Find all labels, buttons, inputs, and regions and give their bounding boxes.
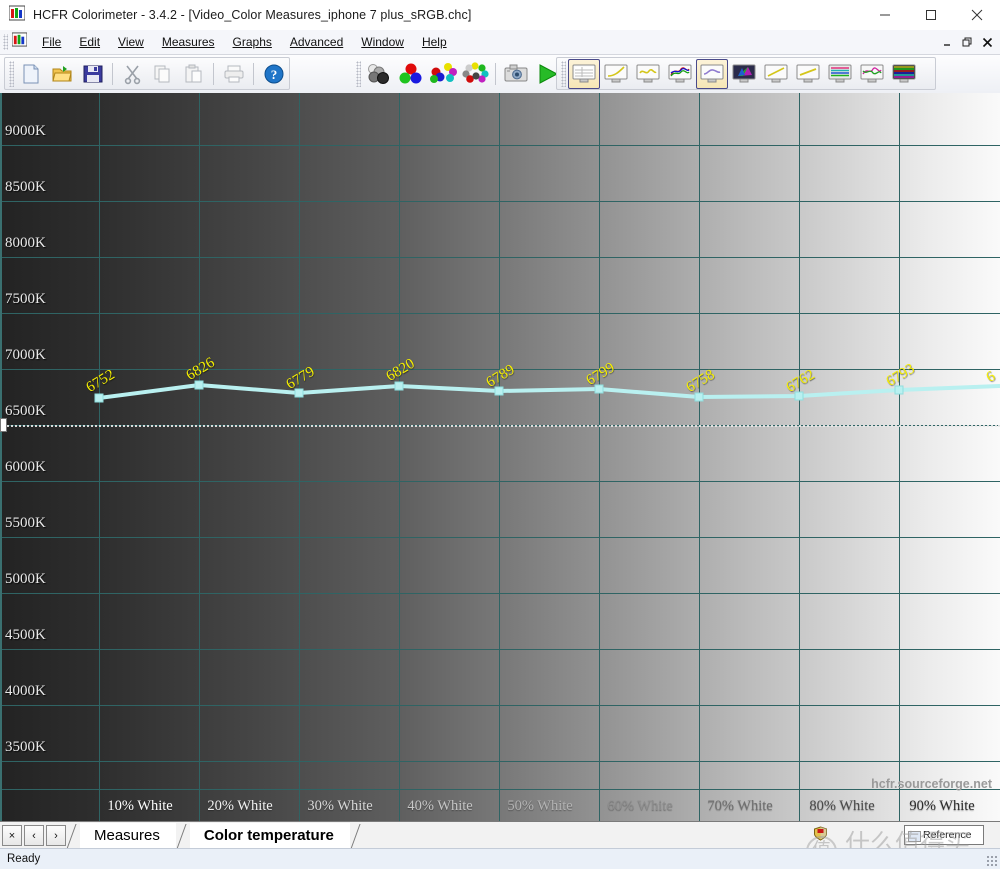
menu-item-file-label: File (42, 35, 61, 49)
toolbar-separator-2 (213, 63, 214, 85)
menu-item-file[interactable]: File (33, 33, 70, 51)
x-tick-label: 60% White (607, 798, 672, 815)
graph-gamma-icon[interactable] (792, 59, 824, 89)
menu-item-view[interactable]: View (109, 33, 153, 51)
x-tick-label: 80% White (809, 798, 874, 815)
temperature-curve (0, 93, 1000, 821)
chart-plot-area: 9000K 8500K 8000K 7500K 7000K 6500K 6000… (0, 93, 1000, 821)
toolbar-separator-3 (253, 63, 254, 85)
toolbar-grip-2[interactable] (356, 61, 361, 87)
toolbar: ? (0, 55, 1000, 94)
x-tick-label: 10% White (107, 798, 172, 815)
graph-color-curves-icon[interactable] (856, 59, 888, 89)
shield-icon (813, 826, 828, 846)
app-icon (9, 5, 25, 26)
application-window: HCFR Colorimeter - 3.4.2 - [Video_Color … (0, 0, 1000, 868)
menu-item-advanced-label: Advanced (290, 35, 343, 49)
camera-icon[interactable] (500, 59, 532, 89)
mdi-window-controls (938, 30, 996, 54)
x-tick-label: 40% White (407, 798, 472, 815)
toolbar-separator-1 (112, 63, 113, 85)
help-question-icon[interactable]: ? (258, 59, 289, 89)
window-controls (862, 0, 1000, 30)
tab-divider (66, 823, 80, 849)
x-tick-label: 70% White (707, 798, 772, 815)
menu-item-help-label: Help (422, 35, 447, 49)
window-title: HCFR Colorimeter - 3.4.2 - [Video_Color … (33, 8, 471, 22)
menu-item-view-label: View (118, 35, 144, 49)
mdi-minimize-button[interactable] (938, 33, 956, 51)
save-disk-icon[interactable] (77, 59, 108, 89)
color-temperature-chart[interactable]: 9000K 8500K 8000K 7500K 7000K 6500K 6000… (0, 93, 1000, 821)
print-icon[interactable] (218, 59, 249, 89)
status-bar: Ready (0, 848, 1000, 869)
tab-divider (350, 823, 364, 849)
cut-scissors-icon[interactable] (117, 59, 148, 89)
tab-measures[interactable]: Measures (80, 823, 176, 849)
tab-color-temperature[interactable]: Color temperature (190, 823, 350, 849)
menu-bar: File Edit View Measures Graphs Advanced … (0, 30, 1000, 55)
menu-item-edit-label: Edit (79, 35, 100, 49)
menu-item-graphs-label: Graphs (233, 35, 272, 49)
data-point-marker[interactable] (95, 394, 104, 403)
tab-close-button[interactable]: × (2, 825, 22, 846)
secondary-colors-icon[interactable] (427, 59, 459, 89)
tab-prev-button[interactable]: ‹ (24, 825, 44, 846)
paste-icon[interactable] (179, 59, 210, 89)
primary-colors-icon[interactable] (395, 59, 427, 89)
menu-item-window-label: Window (361, 35, 404, 49)
new-document-icon[interactable] (16, 59, 47, 89)
title-bar: HCFR Colorimeter - 3.4.2 - [Video_Color … (0, 0, 1000, 30)
x-tick-label: 90% White (909, 798, 974, 815)
toolbar-file-group: ? (4, 57, 290, 90)
tab-next-button[interactable]: › (46, 825, 66, 846)
graph-gamma-curve-icon[interactable] (600, 59, 632, 89)
copy-icon[interactable] (148, 59, 179, 89)
minimize-button[interactable] (862, 0, 908, 30)
mdi-restore-button[interactable] (958, 33, 976, 51)
graph-spectrum-bars-icon[interactable] (824, 59, 856, 89)
menu-item-advanced[interactable]: Advanced (281, 33, 352, 51)
legend-reference-label: Reference (923, 829, 971, 841)
menu-item-measures[interactable]: Measures (153, 33, 224, 51)
graph-rgb-histogram-icon[interactable] (664, 59, 696, 89)
toolbar-grip-1[interactable] (9, 61, 14, 87)
close-button[interactable] (954, 0, 1000, 30)
graph-measures-table-icon[interactable] (568, 59, 600, 89)
resize-grip[interactable] (986, 855, 998, 867)
graph-luminance-icon[interactable] (760, 59, 792, 89)
legend-reference: Reference (904, 825, 984, 845)
legend-swatch (908, 831, 921, 842)
menu-item-edit[interactable]: Edit (70, 33, 109, 51)
menu-item-help[interactable]: Help (413, 33, 456, 51)
tab-divider (176, 823, 190, 849)
graph-full-spectrum-icon[interactable] (888, 59, 920, 89)
grayscale-spheres-icon[interactable] (363, 59, 395, 89)
tab-strip: × ‹ › Measures Color temperature Referen… (0, 821, 1000, 849)
menu-item-measures-label: Measures (162, 35, 215, 49)
menu-item-graphs[interactable]: Graphs (224, 33, 281, 51)
graph-cie-chart-icon[interactable] (728, 59, 760, 89)
graph-color-temperature-icon[interactable] (696, 59, 728, 89)
status-text: Ready (7, 853, 40, 865)
toolbar-graph-group (556, 57, 936, 90)
open-folder-icon[interactable] (47, 59, 78, 89)
svg-text:?: ? (270, 67, 277, 82)
sourceforge-watermark: hcfr.sourceforge.net (871, 777, 992, 791)
x-tick-label: 50% White (507, 798, 572, 815)
menu-grip[interactable] (3, 34, 8, 50)
toolbar-measure-group (352, 58, 564, 90)
maximize-button[interactable] (908, 0, 954, 30)
x-tick-label: 30% White (307, 798, 372, 815)
mdi-close-button[interactable] (978, 33, 996, 51)
toolbar-grip-3[interactable] (561, 61, 566, 87)
menu-item-window[interactable]: Window (352, 33, 413, 51)
full-colors-icon[interactable] (459, 59, 491, 89)
menu-app-icon (12, 32, 27, 52)
x-tick-label: 20% White (207, 798, 272, 815)
graph-rgb-levels-icon[interactable] (632, 59, 664, 89)
toolbar-separator-4 (495, 63, 496, 85)
